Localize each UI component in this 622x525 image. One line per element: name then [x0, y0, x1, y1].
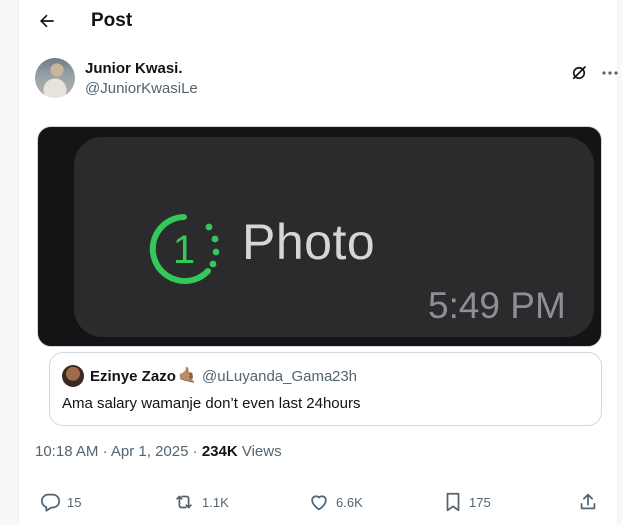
author-avatar[interactable] — [35, 58, 75, 98]
reply-button[interactable]: 15 — [39, 490, 81, 514]
view-once-icon: 1 — [149, 214, 220, 284]
arrow-left-icon — [40, 14, 54, 28]
post-media-image[interactable]: 1 Photo 5:49 PM — [37, 126, 602, 347]
post-time[interactable]: 10:18 AM — [35, 443, 98, 460]
grok-button[interactable] — [568, 62, 590, 84]
media-timestamp: 5:49 PM — [428, 285, 566, 326]
meta-separator: · — [102, 443, 108, 460]
quoted-author-emoji: 🤙🏽 — [178, 367, 197, 384]
author-display-name[interactable]: Junior Kwasi. — [85, 60, 183, 77]
post-actions-bar: 15 1.1K 6.6K 175 — [19, 484, 617, 518]
back-button[interactable] — [33, 8, 61, 34]
media-photo-label: Photo — [242, 214, 376, 270]
repost-count: 1.1K — [202, 494, 229, 510]
more-icon — [602, 71, 618, 75]
like-count: 6.6K — [336, 494, 363, 510]
repost-button[interactable]: 1.1K — [172, 490, 229, 514]
reply-icon — [40, 493, 61, 512]
bookmark-icon — [446, 492, 460, 512]
bookmark-button[interactable]: 175 — [443, 490, 491, 514]
like-button[interactable]: 6.6K — [308, 490, 363, 514]
views-label: Views — [241, 443, 282, 460]
post-panel: Post Junior Kwasi. @JuniorKwasiLe 1 Phot… — [18, 0, 618, 525]
repost-icon — [176, 495, 192, 509]
post-metadata: 10:18 AM · Apr 1, 2025 · 234K Views — [35, 443, 282, 460]
share-button[interactable] — [577, 490, 605, 514]
bookmark-count: 175 — [469, 494, 491, 510]
page-header: Post — [19, 0, 617, 42]
quoted-author-handle[interactable]: @uLuyanda_Gama — [202, 368, 332, 385]
reply-count: 15 — [67, 494, 82, 510]
page-title: Post — [91, 10, 133, 31]
quoted-author-avatar[interactable] — [62, 365, 84, 387]
quoted-post-time[interactable]: 23h — [332, 368, 357, 385]
view-once-digit: 1 — [173, 228, 195, 272]
quoted-author-name[interactable]: Ezinye Zazo — [90, 368, 176, 385]
quoted-post[interactable]: Ezinye Zazo 🤙🏽 @uLuyanda_Gama · 23h Ama … — [49, 352, 602, 426]
post-date[interactable]: Apr 1, 2025 — [111, 443, 189, 460]
quoted-separator: · — [320, 368, 325, 385]
heart-icon — [311, 495, 327, 511]
share-icon — [580, 493, 596, 510]
post-author: Junior Kwasi. @JuniorKwasiLe — [35, 58, 618, 100]
author-handle[interactable]: @JuniorKwasiLe — [85, 80, 198, 97]
views-count: 234K — [201, 443, 238, 460]
more-options-button[interactable] — [598, 62, 622, 84]
media-notification-card: 1 Photo 5:49 PM — [74, 137, 594, 337]
meta-separator: · — [192, 443, 198, 460]
quoted-post-text: Ama salary wamanje don’t even last 24hou… — [62, 395, 361, 412]
grok-icon — [572, 66, 586, 80]
